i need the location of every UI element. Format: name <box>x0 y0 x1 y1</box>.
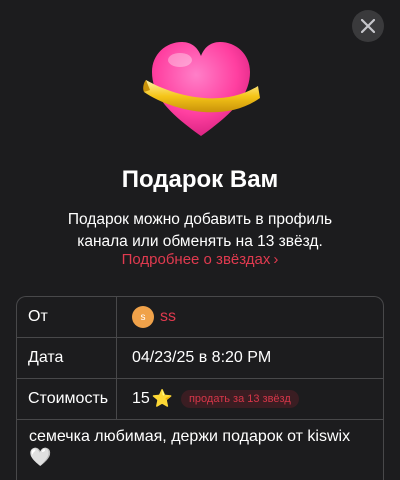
sender-name[interactable]: ss <box>160 308 176 326</box>
chevron-right-icon: › <box>273 251 279 268</box>
gift-message-text: семечка любимая, держи подарок от kiswix <box>29 428 351 445</box>
description-line-2: канала или обменять на 13 звёзд. <box>77 233 323 250</box>
from-label: От <box>17 297 117 337</box>
date-value: 04/23/25 в 8:20 PM <box>132 349 272 366</box>
cost-label: Стоимость <box>17 379 117 419</box>
table-row-cost: Стоимость 15 ⭐ продать за 13 звёзд <box>17 379 383 420</box>
sender[interactable]: s ss <box>117 297 383 337</box>
heart-with-ribbon-icon <box>143 42 260 136</box>
sell-button[interactable]: продать за 13 звёзд <box>180 390 299 408</box>
cost-amount: 15 <box>132 390 150 407</box>
description-line-1: Подарок можно добавить в профиль <box>67 211 333 228</box>
white-heart-icon: 🤍 <box>29 447 52 467</box>
date-label: Дата <box>17 338 117 378</box>
star-icon: ⭐ <box>151 389 173 408</box>
table-row-from: От s ss <box>17 297 383 338</box>
close-button[interactable] <box>352 10 384 42</box>
description: Подарок можно добавить в профиль канала … <box>30 209 370 253</box>
table-row-date: Дата 04/23/25 в 8:20 PM <box>17 338 383 379</box>
close-icon <box>361 19 375 33</box>
page-title: Подарок Вам <box>121 166 279 193</box>
stars-info-link[interactable]: Подробнее о звёздах › <box>0 251 400 268</box>
gift-message: семечка любимая, держи подарок от kiswix… <box>29 427 379 467</box>
stars-info-link-label: Подробнее о звёздах <box>121 251 271 268</box>
gift-info-table: От s ss Дата 04/23/25 в 8:20 PM Стоимост… <box>16 296 384 480</box>
avatar: s <box>132 306 154 328</box>
cost-value: 15 ⭐ продать за 13 звёзд <box>117 379 383 419</box>
